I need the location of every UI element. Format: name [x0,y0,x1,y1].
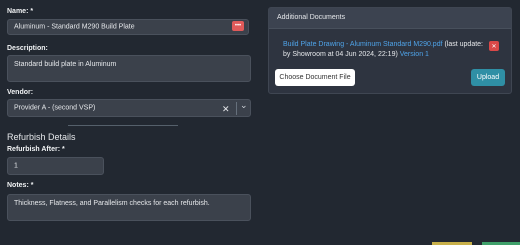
vendor-separator [236,102,237,115]
notes-value: Thickness, Flatness, and Parallelism che… [14,200,210,207]
section-divider [68,125,178,126]
description-value: Standard build plate in Aluminum [14,61,117,68]
choose-document-button[interactable]: Choose Document File [275,69,355,86]
vendor-label: Vendor: [7,89,34,96]
name-options-button[interactable]: ••• [232,21,244,31]
refurbish-after-input[interactable]: 1 [7,157,104,175]
refurbish-after-label: Refurbish After: * [7,146,65,153]
panel-title: Additional Documents [277,14,346,21]
close-icon: ✕ [491,43,497,50]
vendor-value: Provider A - (second VSP) [14,104,96,112]
description-label: Description: [7,45,48,52]
more-icon: ••• [234,23,242,29]
vendor-select[interactable]: Provider A - (second VSP) [7,99,251,117]
panel-header: Additional Documents [269,8,511,29]
name-field[interactable]: Aluminum - Standard M290 Build Plate [7,19,249,35]
name-label: Name: * [7,8,34,15]
document-link[interactable]: Build Plate Drawing - Aluminum Standard … [283,41,443,48]
document-entry: Build Plate Drawing - Aluminum Standard … [283,40,485,60]
notes-label: Notes: * [7,182,34,189]
version-link[interactable]: Version 1 [400,51,429,58]
name-value: Aluminum - Standard M290 Build Plate [14,23,135,31]
additional-documents-panel: Additional Documents Build Plate Drawing… [268,7,512,94]
chevron-down-icon[interactable]: ⌄ [240,100,248,111]
description-textarea[interactable]: Standard build plate in Aluminum [7,55,251,82]
refurbish-section-title: Refurbish Details [7,132,76,142]
notes-textarea[interactable]: Thickness, Flatness, and Parallelism che… [7,194,251,221]
vendor-clear-icon[interactable]: ✕ [222,104,230,115]
refurbish-after-value: 1 [14,162,18,170]
upload-button[interactable]: Upload [471,69,505,86]
delete-document-button[interactable]: ✕ [489,41,499,51]
